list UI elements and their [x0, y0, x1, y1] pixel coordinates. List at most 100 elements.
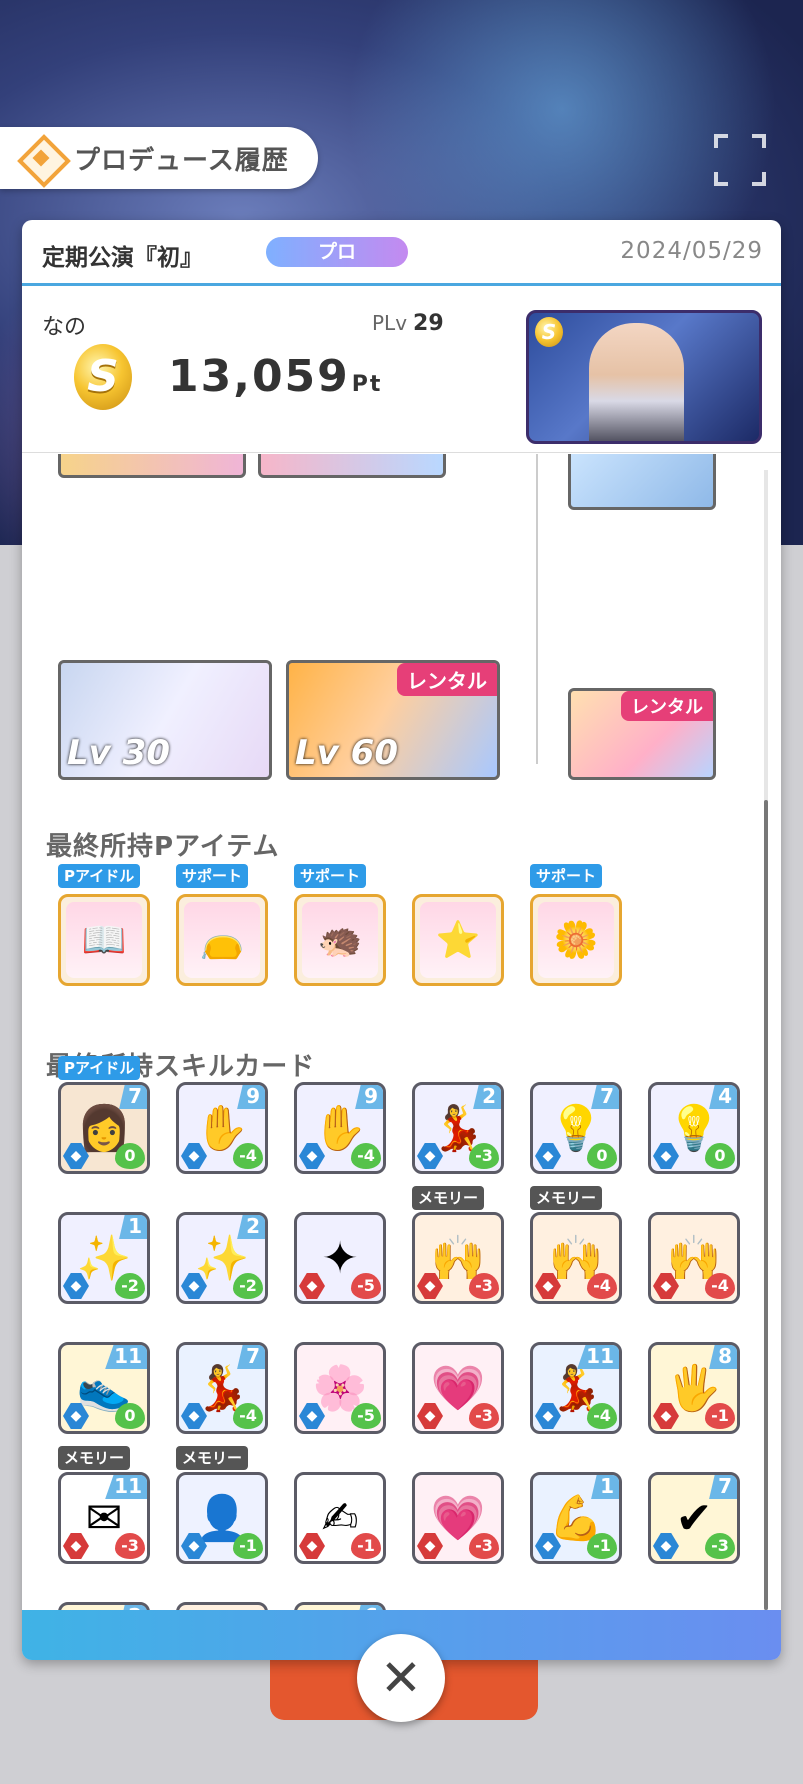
support-card-top-2[interactable] [258, 454, 446, 478]
close-icon: ✕ [380, 1649, 422, 1707]
score-value: 13,059 [168, 351, 350, 402]
plv-label: PLv [372, 311, 408, 335]
scrollbar-thumb[interactable] [764, 800, 768, 1610]
skill-card[interactable]: ✨ 1 ◆ -2 [58, 1212, 150, 1304]
player-name: なの [42, 315, 87, 340]
skill-card[interactable]: 💗 ◆ -3 [412, 1342, 504, 1434]
skill-card[interactable]: 🙌 ◆ -4 [648, 1212, 740, 1304]
rank-medal-icon: S [74, 344, 132, 410]
skill-card[interactable]: 🙌◆-3 [412, 1212, 504, 1304]
produce-history-label: プロデュース履歴 [74, 145, 289, 176]
skill-card[interactable]: 💃 2 ◆ -3 [412, 1082, 504, 1174]
panel-header: 定期公演『初』 プロ 2024/05/29 [22, 220, 781, 286]
skill-card[interactable]: ✨ 2 ◆ -2 [176, 1212, 268, 1304]
support-card-2-level: Lv 60 [295, 733, 398, 773]
skill-cost: -3 [469, 1143, 499, 1169]
expand-icon[interactable] [714, 134, 766, 186]
flower-jar-icon: 🌼 [553, 920, 599, 961]
producer-level: PLv 29 [372, 311, 444, 336]
idol-thumbnail[interactable]: S [526, 310, 762, 444]
p-item-tag: Pアイドル [58, 864, 141, 888]
skill-card[interactable]: 👟 11 ◆ 0 [58, 1342, 150, 1434]
memory-tag: メモリー [412, 1186, 485, 1210]
skill-card[interactable]: 👩 7 ◆ 0 [58, 1082, 150, 1174]
skill-card[interactable]: 🖐 8 ◆ -1 [648, 1342, 740, 1434]
skill-card[interactable]: ✦ ◆ -5 [294, 1212, 386, 1304]
skill-card[interactable]: ✋ 9 ◆ -4 [176, 1082, 268, 1174]
p-item-tag: サポート [176, 864, 249, 888]
idol-figure [589, 323, 684, 441]
plv-value: 29 [413, 311, 444, 336]
skill-card[interactable]: 💃 7 ◆ -4 [176, 1342, 268, 1434]
p-item-tag: サポート [294, 864, 367, 888]
skill-card[interactable]: 🌸 ◆ -5 [294, 1342, 386, 1434]
rental-badge-2: レンタル [621, 691, 713, 721]
skill-cost: -2 [115, 1273, 145, 1299]
skill-cost: -3 [705, 1533, 735, 1559]
support-card-2[interactable]: レンタル Lv 60 [286, 660, 500, 780]
skill-cost: 0 [115, 1143, 145, 1169]
support-card-top-1[interactable] [58, 454, 246, 478]
produce-history-tab: プロデュース履歴 [0, 127, 318, 189]
p-item[interactable]: 🦔 [294, 894, 386, 986]
p-idol-tag: Pアイドル [58, 1056, 141, 1080]
skill-cost: -1 [351, 1533, 381, 1559]
skill-cost: -1 [587, 1533, 617, 1559]
memory-tag: メモリー [530, 1186, 603, 1210]
skill-cost: -1 [705, 1403, 735, 1429]
produce-date: 2024/05/29 [620, 238, 763, 264]
memory-card-rental[interactable]: レンタル [568, 688, 716, 780]
skill-cost: -4 [351, 1143, 381, 1169]
p-item[interactable]: ⭐ [412, 894, 504, 986]
items-section-title: 最終所持Pアイテム [46, 832, 280, 862]
skill-card[interactable]: ✉ 11 ◆ -3 [58, 1472, 150, 1564]
skill-cost: -5 [351, 1273, 381, 1299]
hedgehog-icon: 🦔 [317, 920, 363, 961]
skill-card[interactable]: 💡 4 ◆ 0 [648, 1082, 740, 1174]
skill-cost: 0 [587, 1143, 617, 1169]
skill-card[interactable]: 💗 ◆ -3 [412, 1472, 504, 1564]
memory-tag: メモリー [58, 1446, 131, 1470]
scroll-content[interactable]: Lv 30 レンタル Lv 60 レンタル 最終所持Pアイテム Pアイドル 📖 サポ… [22, 454, 781, 1622]
skill-card[interactable]: 💡 7 ◆ 0 [530, 1082, 622, 1174]
result-summary: なの PLv 29 S 13,059Pt S [22, 289, 781, 453]
difficulty-badge: プロ [266, 237, 408, 267]
stage-title: 定期公演『初』 [42, 245, 203, 271]
rental-badge: レンタル [397, 663, 497, 696]
skill-cost: -3 [469, 1273, 499, 1299]
skill-card[interactable]: ✋ 9 ◆ -4 [294, 1082, 386, 1174]
memory-tag: メモリー [176, 1446, 249, 1470]
memory-card-top[interactable] [568, 454, 716, 510]
skill-cost: -3 [469, 1533, 499, 1559]
skill-cost: 0 [705, 1143, 735, 1169]
skill-card[interactable]: 💃 11 ◆ -4 [530, 1342, 622, 1434]
close-button[interactable]: ✕ [357, 1634, 445, 1722]
p-item[interactable]: 👝 [176, 894, 268, 986]
skill-cost: -5 [351, 1403, 381, 1429]
skill-cost: -4 [233, 1143, 263, 1169]
p-item[interactable]: 📖 [58, 894, 150, 986]
skill-card[interactable]: 🙌 ◆ -4 [530, 1212, 622, 1304]
score-unit: Pt [351, 372, 383, 397]
skill-cost: -3 [469, 1403, 499, 1429]
history-diamond-icon [18, 135, 64, 181]
star-mascot-icon: ⭐ [435, 920, 481, 961]
skill-cost: -3 [115, 1533, 145, 1559]
p-item[interactable]: 🌼 [530, 894, 622, 986]
book-icon: 📖 [81, 920, 127, 961]
skill-card[interactable]: ✍ ◆ -1 [294, 1472, 386, 1564]
skill-card[interactable]: 👤 ◆ -1 [176, 1472, 268, 1564]
skill-card[interactable]: ✔ 7 ◆ -3 [648, 1472, 740, 1564]
support-card-1-level: Lv 30 [67, 733, 170, 773]
scrollbar[interactable] [764, 470, 768, 1610]
history-panel: 定期公演『初』 プロ 2024/05/29 なの PLv 29 S 13,059P… [22, 220, 781, 1660]
score: 13,059Pt [168, 351, 382, 402]
skill-cost: 0 [115, 1403, 145, 1429]
skill-cost: -4 [587, 1403, 617, 1429]
skill-cost: -4 [705, 1273, 735, 1299]
skill-card[interactable]: 💪 1 ◆ -1 [530, 1472, 622, 1564]
thumb-rank-icon: S [535, 317, 563, 347]
pouch-icon: 👝 [199, 920, 245, 961]
support-card-1[interactable]: Lv 30 [58, 660, 272, 780]
column-divider [536, 454, 538, 764]
